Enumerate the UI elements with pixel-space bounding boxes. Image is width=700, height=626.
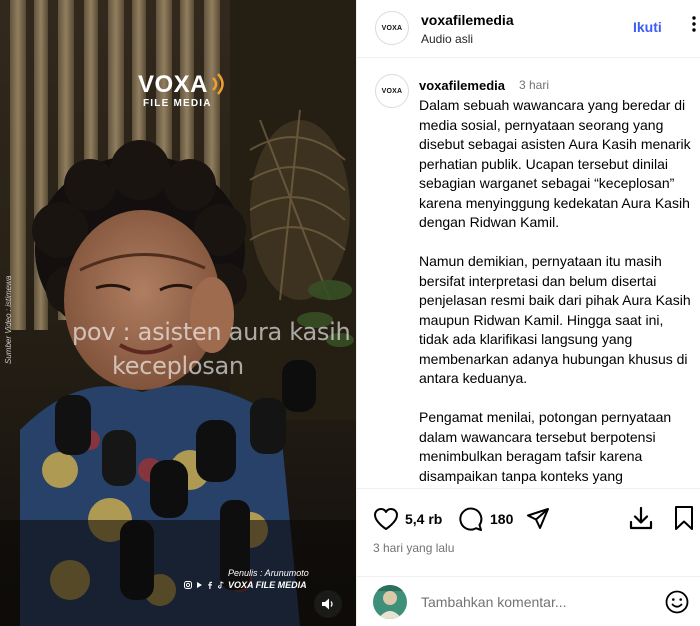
video-writer-credit: Penulis : Arunumoto [228, 568, 309, 578]
caption-timestamp[interactable]: 3 hari [519, 78, 549, 92]
add-comment-bar [357, 576, 700, 626]
video-footer-brand: VOXA FILE MEDIA [184, 580, 307, 590]
caption-text: Dalam sebuah wawancara yang beredar di m… [419, 96, 691, 486]
caption-paragraph: Dalam sebuah wawancara yang beredar di m… [419, 97, 691, 230]
caption-paragraph: Namun demikian, pernyataan itu masih ber… [419, 253, 691, 386]
audio-source-link[interactable]: Audio asli [421, 32, 473, 46]
logo-sub: FILE MEDIA [143, 98, 212, 109]
like-count[interactable]: 5,4 rb [405, 511, 442, 527]
caption-section[interactable]: VOXA voxafilemedia 3 hari Dalam sebuah w… [357, 58, 700, 488]
video-caption-line2: keceplosan [112, 352, 244, 380]
comment-count[interactable]: 180 [490, 511, 513, 527]
speaker-icon [322, 598, 333, 610]
video-source-credit: Sumber Video : istimewa [4, 275, 13, 364]
tiktok-mini-icon [218, 581, 224, 589]
post-header: VOXA voxafilemedia Audio asli Ikuti [357, 0, 700, 58]
caption-paragraph: Pengamat menilai, potongan pernyataan da… [419, 409, 672, 484]
author-avatar[interactable]: VOXA [375, 11, 409, 45]
follow-button[interactable]: Ikuti [633, 19, 662, 35]
comment-input[interactable] [421, 587, 651, 617]
post-details-panel: VOXA voxafilemedia Audio asli Ikuti VOXA… [356, 0, 700, 626]
youtube-mini-icon [197, 582, 202, 588]
video-player[interactable]: VOXA FILE MEDIA pov : asisten aura kasih… [0, 0, 356, 626]
mute-toggle-button[interactable] [314, 590, 342, 618]
voxa-logo: VOXA FILE MEDIA [138, 72, 228, 109]
avatar-logo-text: VOXA [381, 24, 403, 32]
avatar-logo-text: VOXA [381, 87, 403, 95]
author-username[interactable]: voxafilemedia [421, 12, 514, 28]
post-date[interactable]: 3 hari yang lalu [373, 541, 454, 555]
bookmark-icon[interactable] [672, 505, 696, 531]
instagram-post-modal: VOXA FILE MEDIA pov : asisten aura kasih… [0, 0, 700, 626]
sound-wave-icon [212, 73, 224, 95]
video-footer-brand-text: VOXA FILE MEDIA [228, 580, 307, 590]
instagram-mini-icon [184, 581, 192, 589]
heart-icon[interactable] [373, 507, 399, 531]
caption-author-username[interactable]: voxafilemedia [419, 78, 505, 93]
download-icon[interactable] [628, 505, 654, 531]
user-avatar-image [373, 585, 407, 619]
comment-icon[interactable] [458, 506, 484, 532]
action-bar: 5,4 rb 180 3 hari yang lalu [357, 488, 700, 588]
current-user-avatar[interactable] [373, 585, 407, 619]
video-caption-line1: pov : asisten aura kasih [72, 318, 351, 346]
more-vertical-icon[interactable] [687, 14, 700, 34]
facebook-mini-icon [208, 581, 212, 589]
caption-author-avatar[interactable]: VOXA [375, 74, 409, 108]
share-icon[interactable] [525, 506, 551, 532]
emoji-icon[interactable] [664, 589, 690, 615]
